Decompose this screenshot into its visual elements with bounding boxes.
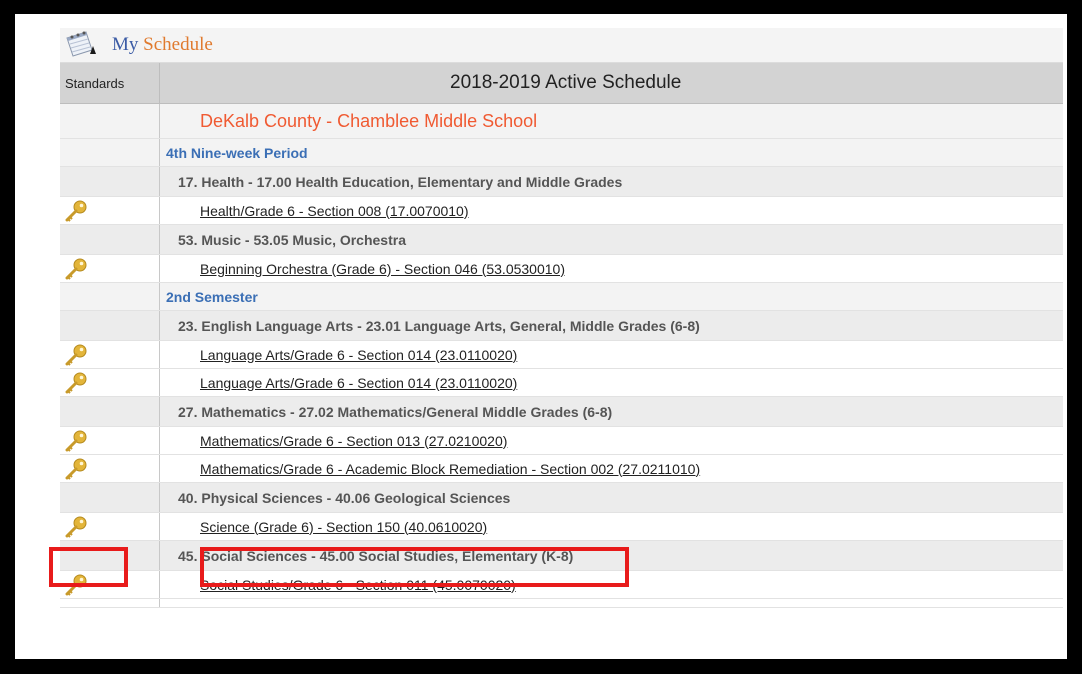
widget-title-my: My xyxy=(112,34,139,55)
course-link[interactable]: Mathematics/Grade 6 - Section 013 (27.02… xyxy=(200,433,507,449)
subject-label: 17. Health - 17.00 Health Education, Ele… xyxy=(178,173,623,190)
key-icon[interactable] xyxy=(64,516,88,538)
subject-row: 45. Social Sciences - 45.00 Social Studi… xyxy=(60,541,1063,571)
school-row: DeKalb County - Chamblee Middle School xyxy=(60,104,1063,139)
subject-row: 17. Health - 17.00 Health Education, Ele… xyxy=(60,167,1063,197)
widget-title-schedule: Schedule xyxy=(143,34,213,55)
key-icon[interactable] xyxy=(64,200,88,222)
subject-row: 53. Music - 53.05 Music, Orchestra xyxy=(60,225,1063,255)
standards-column-header: Standards xyxy=(65,75,125,91)
widget-title-bar: My Schedule xyxy=(60,28,1063,63)
standards-cell xyxy=(60,513,159,540)
active-schedule-header: 2018-2019 Active Schedule xyxy=(159,63,1063,103)
key-icon[interactable] xyxy=(64,430,88,452)
standards-cell xyxy=(60,455,159,482)
subject-label: 27. Mathematics - 27.02 Mathematics/Gene… xyxy=(178,403,613,420)
frame-right xyxy=(1067,0,1082,674)
course-link[interactable]: Beginning Orchestra (Grade 6) - Section … xyxy=(200,261,565,277)
standards-cell xyxy=(60,483,159,512)
subject-label: 53. Music - 53.05 Music, Orchestra xyxy=(178,231,406,248)
frame-left xyxy=(0,0,15,674)
subject-label: 40. Physical Sciences - 40.06 Geological… xyxy=(178,489,511,506)
standards-cell xyxy=(60,311,159,340)
frame-top xyxy=(0,0,1082,14)
subject-row: 40. Physical Sciences - 40.06 Geological… xyxy=(60,483,1063,513)
course-row: Health/Grade 6 - Section 008 (17.0070010… xyxy=(60,197,1063,225)
standards-cell xyxy=(60,341,159,368)
standards-cell xyxy=(60,397,159,426)
course-row: Mathematics/Grade 6 - Section 013 (27.02… xyxy=(60,427,1063,455)
period-row: 4th Nine-week Period xyxy=(60,139,1063,167)
key-icon[interactable] xyxy=(64,574,88,596)
course-link[interactable]: Language Arts/Grade 6 - Section 014 (23.… xyxy=(200,347,517,363)
period-label: 2nd Semester xyxy=(166,288,258,305)
school-name: DeKalb County - Chamblee Middle School xyxy=(159,104,1063,138)
standards-cell xyxy=(60,283,159,310)
calendar-icon xyxy=(66,31,96,57)
standards-cell xyxy=(60,139,159,166)
standards-cell xyxy=(60,571,159,598)
course-link[interactable]: Language Arts/Grade 6 - Section 014 (23.… xyxy=(200,375,517,391)
key-icon[interactable] xyxy=(64,458,88,480)
subject-row: 23. English Language Arts - 23.01 Langua… xyxy=(60,311,1063,341)
course-row: Language Arts/Grade 6 - Section 014 (23.… xyxy=(60,341,1063,369)
key-icon[interactable] xyxy=(64,344,88,366)
subject-row: 27. Mathematics - 27.02 Mathematics/Gene… xyxy=(60,397,1063,427)
standards-cell xyxy=(60,255,159,282)
course-link[interactable]: Social Studies/Grade 6 - Section 011 (45… xyxy=(200,577,516,593)
course-link[interactable]: Science (Grade 6) - Section 150 (40.0610… xyxy=(200,519,487,535)
frame-bottom xyxy=(0,659,1082,674)
subject-label: 23. English Language Arts - 23.01 Langua… xyxy=(178,317,700,334)
period-label: 4th Nine-week Period xyxy=(166,144,308,161)
key-icon[interactable] xyxy=(64,258,88,280)
course-row: Beginning Orchestra (Grade 6) - Section … xyxy=(60,255,1063,283)
table-bottom-spacer xyxy=(60,599,1063,608)
standards-cell xyxy=(60,427,159,454)
standards-cell xyxy=(60,369,159,396)
widget-title: My Schedule xyxy=(112,34,213,56)
course-row: Science (Grade 6) - Section 150 (40.0610… xyxy=(60,513,1063,541)
course-row: Social Studies/Grade 6 - Section 011 (45… xyxy=(60,571,1063,599)
period-row: 2nd Semester xyxy=(60,283,1063,311)
subject-label: 45. Social Sciences - 45.00 Social Studi… xyxy=(178,547,574,564)
schedule-header-row: Standards 2018-2019 Active Schedule xyxy=(60,63,1063,104)
course-row: Language Arts/Grade 6 - Section 014 (23.… xyxy=(60,369,1063,397)
standards-cell xyxy=(60,541,159,570)
course-link[interactable]: Health/Grade 6 - Section 008 (17.0070010… xyxy=(200,203,469,219)
standards-cell xyxy=(60,225,159,254)
course-link[interactable]: Mathematics/Grade 6 - Academic Block Rem… xyxy=(200,461,700,477)
standards-cell xyxy=(60,167,159,196)
my-schedule-widget: My Schedule Standards 2018-2019 Active S… xyxy=(60,28,1063,608)
course-row: Mathematics/Grade 6 - Academic Block Rem… xyxy=(60,455,1063,483)
standards-cell xyxy=(60,197,159,224)
schedule-rows: 4th Nine-week Period 17. Health - 17.00 H… xyxy=(60,139,1063,599)
key-icon[interactable] xyxy=(64,372,88,394)
